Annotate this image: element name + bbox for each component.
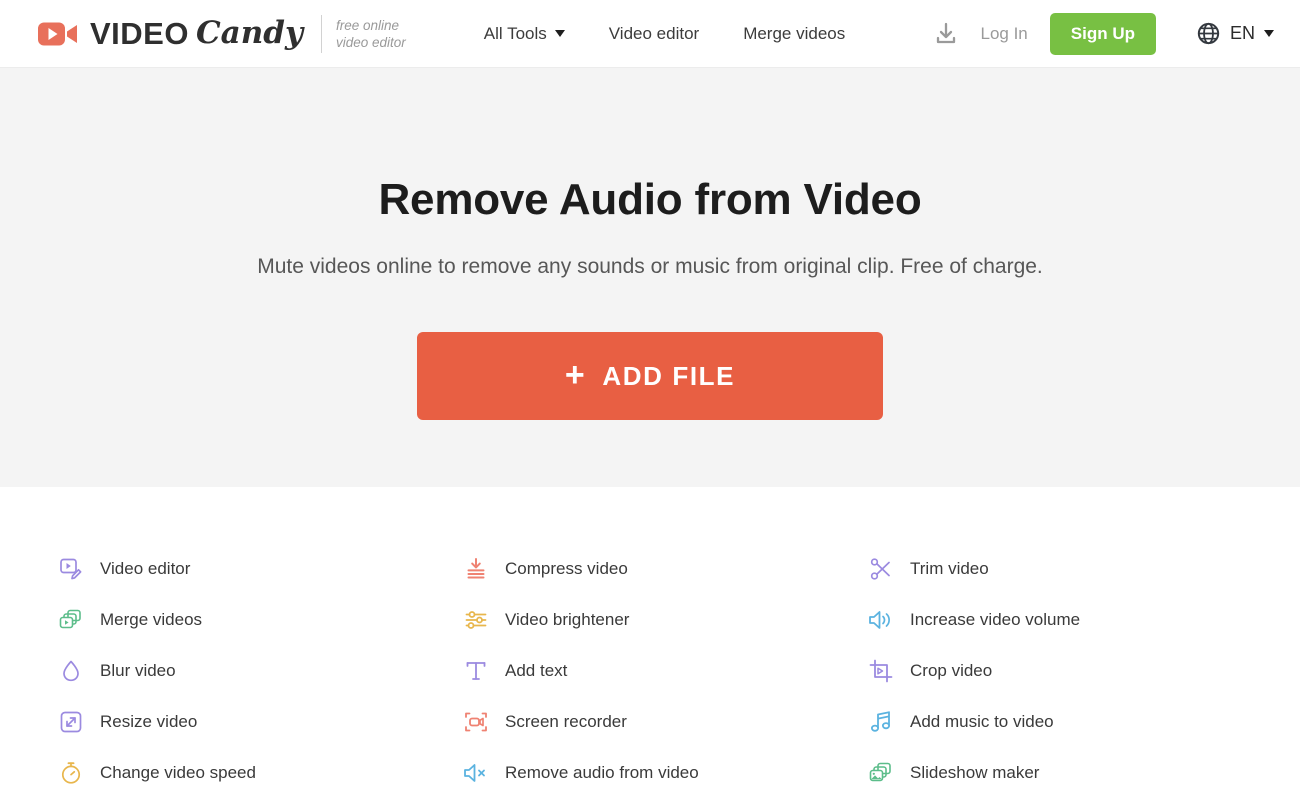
tool-slideshow-maker[interactable]: Slideshow maker	[868, 747, 1273, 798]
tool-increase-video-volume[interactable]: Increase video volume	[868, 594, 1273, 645]
logo-word: VIDEO	[90, 16, 189, 51]
nav-item-label: All Tools	[483, 23, 547, 43]
tool-compress-video[interactable]: Compress video	[463, 543, 868, 594]
speed-timer-icon	[58, 760, 84, 786]
tool-label: Add music to video	[910, 711, 1054, 731]
add-file-label: ADD FILE	[602, 360, 736, 391]
tool-blur-video[interactable]: Blur video	[58, 645, 463, 696]
nav-item-all-tools[interactable]: All Tools	[462, 24, 587, 44]
tool-label: Crop video	[910, 660, 993, 680]
tool-crop-video[interactable]: Crop video	[868, 645, 1273, 696]
site-header: VIDEO Candy free online video editor All…	[0, 0, 1300, 68]
globe-icon	[1197, 22, 1220, 45]
nav-item-label: Merge videos	[743, 23, 846, 43]
tool-remove-audio-from-video[interactable]: Remove audio from video	[463, 747, 868, 798]
nav-item-merge-videos[interactable]: Merge videos	[721, 24, 867, 44]
tools-grid: Video editor Merge videos Blur video Res…	[0, 487, 1300, 798]
chevron-down-icon	[554, 30, 565, 37]
tool-label: Slideshow maker	[910, 762, 1040, 782]
header-actions: Log In Sign Up EN	[933, 12, 1274, 55]
logo-tagline: free online video editor	[336, 17, 406, 51]
volume-up-icon	[868, 607, 894, 633]
compress-icon	[463, 556, 489, 582]
tool-screen-recorder[interactable]: Screen recorder	[463, 696, 868, 747]
screen-recorder-icon	[463, 709, 489, 735]
logo-tagline-line1: free online	[335, 17, 400, 33]
tool-label: Increase video volume	[910, 609, 1081, 629]
blur-droplet-icon	[58, 658, 84, 684]
sliders-icon	[463, 607, 489, 633]
logo[interactable]: VIDEO Candy free online video editor	[38, 14, 406, 53]
resize-icon	[58, 709, 84, 735]
tool-label: Merge videos	[100, 609, 203, 629]
tool-label: Resize video	[100, 711, 198, 731]
tool-add-music-to-video[interactable]: Add music to video	[868, 696, 1273, 747]
plus-icon: +	[564, 355, 587, 394]
slideshow-icon	[868, 760, 894, 786]
video-camera-icon	[38, 22, 77, 45]
logo-script: Candy	[195, 15, 303, 51]
signup-button[interactable]: Sign Up	[1049, 12, 1156, 55]
music-note-icon	[868, 709, 894, 735]
merge-videos-icon	[58, 607, 84, 633]
language-selector[interactable]: EN	[1196, 21, 1274, 46]
tool-label: Compress video	[505, 558, 628, 578]
tool-label: Blur video	[100, 660, 176, 680]
tool-label: Change video speed	[100, 762, 256, 782]
tool-video-brightener[interactable]: Video brightener	[463, 594, 868, 645]
page-title: Remove Audio from Video	[378, 175, 922, 224]
tool-resize-video[interactable]: Resize video	[58, 696, 463, 747]
add-file-button[interactable]: + ADD FILE	[417, 332, 883, 420]
mute-speaker-icon	[463, 760, 489, 786]
crop-icon	[868, 658, 894, 684]
download-icon[interactable]	[933, 21, 959, 47]
language-label: EN	[1229, 23, 1255, 43]
tools-column-3: Trim video Increase video volume Crop vi…	[868, 543, 1273, 798]
scissors-icon	[868, 556, 894, 582]
logo-divider	[320, 14, 322, 53]
tools-column-2: Compress video Video brightener Add text…	[463, 543, 868, 798]
logo-tagline-line2: video editor	[335, 34, 406, 50]
tool-label: Video brightener	[505, 609, 630, 629]
tool-video-editor[interactable]: Video editor	[58, 543, 463, 594]
tool-label: Add text	[505, 660, 568, 680]
tool-label: Remove audio from video	[505, 762, 699, 782]
tool-label: Video editor	[100, 558, 191, 578]
tool-merge-videos[interactable]: Merge videos	[58, 594, 463, 645]
tools-column-1: Video editor Merge videos Blur video Res…	[58, 543, 463, 798]
nav-item-label: Video editor	[608, 23, 700, 43]
chevron-down-icon	[1264, 30, 1274, 37]
tool-add-text[interactable]: Add text	[463, 645, 868, 696]
page-subtitle: Mute videos online to remove any sounds …	[257, 255, 1043, 278]
tool-label: Screen recorder	[505, 711, 627, 731]
login-link[interactable]: Log In	[981, 24, 1028, 44]
tool-label: Trim video	[910, 558, 989, 578]
tool-trim-video[interactable]: Trim video	[868, 543, 1273, 594]
nav-item-video-editor[interactable]: Video editor	[587, 24, 721, 44]
video-edit-icon	[58, 556, 84, 582]
add-text-icon	[463, 658, 489, 684]
main-nav: All Tools Video editor Merge videos	[462, 24, 867, 44]
tool-change-video-speed[interactable]: Change video speed	[58, 747, 463, 798]
hero-section: Remove Audio from Video Mute videos onli…	[0, 68, 1300, 487]
